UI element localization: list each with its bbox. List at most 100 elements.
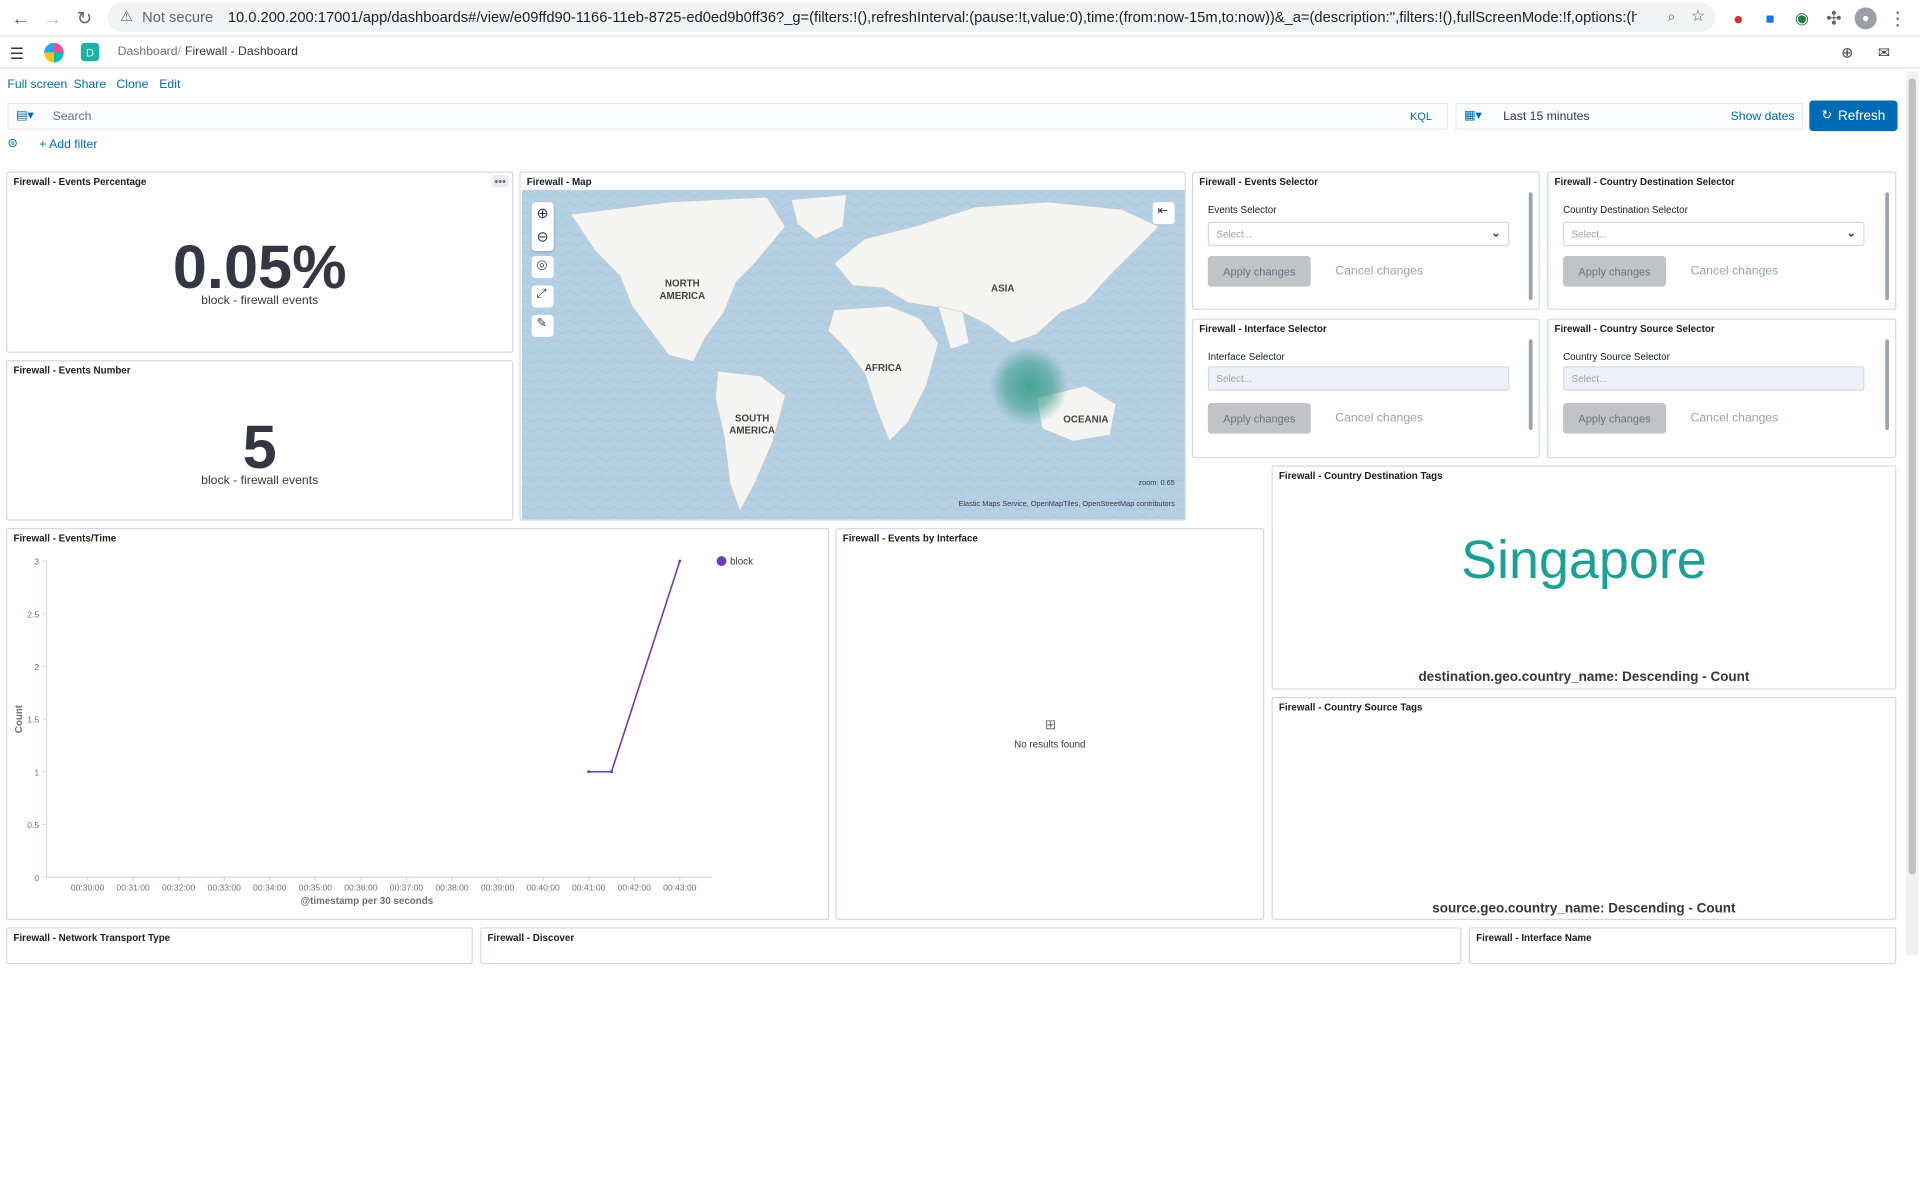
page-scrollbar-track[interactable] (1906, 71, 1919, 956)
x-axis-label: @timestamp per 30 seconds (301, 896, 434, 907)
time-picker[interactable]: ▦▾ Last 15 minutes Show dates (1455, 102, 1804, 130)
bookmark-star-icon[interactable]: ☆ (1691, 6, 1705, 26)
continent-label: NORTH AMERICA (659, 278, 706, 302)
metric-label: block - firewall events (201, 474, 319, 488)
tools-icon[interactable]: ✎ (531, 314, 554, 337)
address-bar[interactable]: ⚠ Not secure 10.0.200.200:17001/app/dash… (107, 2, 1715, 32)
country-source-select[interactable]: Select... (1563, 366, 1865, 391)
scrollbar[interactable] (1885, 192, 1889, 301)
continent-label: OCEANIA (1063, 414, 1109, 426)
scrollbar[interactable] (1885, 339, 1889, 430)
events-select[interactable]: Select... ⌄ (1207, 221, 1510, 247)
query-bar[interactable]: ▤▾ Search KQL (7, 102, 1448, 130)
saved-query-icon[interactable]: ▤▾ (16, 109, 34, 122)
help-icon[interactable]: ⊕ (1841, 44, 1853, 61)
elastic-logo-icon[interactable] (44, 42, 64, 63)
x-tick-label: 00:32:00 (162, 883, 196, 893)
cancel-changes-button[interactable]: Cancel changes (1335, 412, 1423, 425)
url-text[interactable]: 10.0.200.200:17001/app/dashboards#/view/… (228, 9, 1637, 26)
panel-title: Firewall - Map (526, 176, 592, 188)
y-tick-label: 2.5 (27, 609, 39, 619)
country-destination-select[interactable]: Select... ⌄ (1563, 221, 1865, 247)
layer-control-icon[interactable]: ⇤ (1152, 202, 1175, 225)
cancel-changes-button[interactable]: Cancel changes (1335, 265, 1423, 278)
y-axis-label: Count (14, 704, 25, 733)
x-tick-label: 00:39:00 (481, 883, 515, 893)
map-zoom: zoom: 0.65 (1138, 480, 1175, 488)
add-filter-button[interactable]: + Add filter (39, 138, 97, 151)
panel-country-source-tags: Firewall - Country Source Tags source.ge… (1271, 697, 1897, 920)
panel-events-selector: Firewall - Events Selector Events Select… (1191, 171, 1540, 310)
tag-cloud-footer: destination.geo.country_name: Descending… (1418, 670, 1750, 685)
reload-icon[interactable]: ↻ (74, 7, 96, 30)
extensions-puzzle-icon[interactable]: ✣ (1823, 7, 1845, 30)
panel-events-number: Firewall - Events Number 5 block - firew… (6, 360, 514, 521)
kql-toggle[interactable]: KQL (1410, 110, 1432, 122)
show-dates-link[interactable]: Show dates (1731, 110, 1795, 123)
cancel-changes-button[interactable]: Cancel changes (1691, 412, 1779, 425)
metric-label: block - firewall events (201, 294, 319, 308)
newsfeed-icon[interactable]: ✉ (1878, 44, 1890, 61)
apply-changes-button[interactable]: Apply changes (1207, 256, 1311, 287)
zoom-controls: ⊕ ⊖ (531, 202, 554, 252)
share-link[interactable]: Share (74, 78, 107, 91)
extension-globe-icon[interactable]: ◉ (1791, 7, 1813, 29)
x-tick-label: 00:42:00 (618, 883, 652, 893)
browser-menu-icon[interactable]: ⋮ (1887, 7, 1909, 30)
metric-value: 0.05% (172, 232, 347, 302)
forward-icon[interactable]: → (42, 7, 64, 29)
x-tick-label: 00:38:00 (435, 883, 469, 893)
y-tick-label: 0.5 (27, 820, 39, 830)
edit-link[interactable]: Edit (159, 78, 180, 91)
panel-title: Firewall - Interface Selector (1199, 323, 1327, 335)
scrollbar[interactable] (1528, 339, 1533, 430)
clone-link[interactable]: Clone (116, 78, 148, 91)
profile-avatar-icon[interactable]: ● (1854, 7, 1877, 30)
hamburger-menu-icon[interactable]: ☰ (10, 44, 24, 64)
panel-title: Firewall - Events Selector (1199, 176, 1319, 188)
time-range-text[interactable]: Last 15 minutes (1503, 110, 1589, 123)
search-input[interactable]: Search (53, 110, 92, 123)
x-tick-label: 00:30:00 (71, 883, 105, 893)
tag-cloud-word[interactable]: Singapore (1273, 530, 1895, 591)
extension-blue-icon[interactable]: ■ (1759, 7, 1781, 29)
y-tick-label: 3 (34, 557, 39, 567)
panel-events-by-interface: Firewall - Events by Interface ⊞ No resu… (835, 527, 1265, 920)
cancel-changes-button[interactable]: Cancel changes (1691, 265, 1779, 278)
heatmap-point[interactable] (989, 346, 1069, 426)
selector-label: Events Selector (1207, 204, 1277, 216)
panel-interface-selector: Firewall - Interface Selector Interface … (1191, 318, 1540, 459)
fit-bounds-icon[interactable]: ⤢ (531, 285, 554, 308)
panel-interface-name: Firewall - Interface Name (1468, 927, 1897, 965)
x-tick-label: 00:35:00 (299, 883, 333, 893)
back-icon[interactable]: ← (10, 7, 32, 29)
panel-discover: Firewall - Discover (480, 927, 1462, 965)
data-point (610, 770, 613, 774)
full-screen-link[interactable]: Full screen (7, 78, 67, 91)
continent-label: AFRICA (864, 362, 902, 374)
page-scrollbar-thumb[interactable] (1908, 78, 1916, 875)
zoom-in-icon[interactable]: ⊕ (537, 205, 549, 222)
data-point (678, 559, 682, 563)
refresh-button[interactable]: ↻ Refresh (1809, 100, 1898, 132)
zoom-search-icon[interactable]: ⌕ (1668, 7, 1676, 25)
interface-select[interactable]: Select... (1207, 366, 1510, 391)
breadcrumb-dashboard[interactable]: Dashboard (118, 45, 178, 58)
map-canvas[interactable]: NORTH AMERICA ASIA AFRICA SOUTH AMERICA … (521, 189, 1185, 520)
space-avatar[interactable]: D (80, 42, 100, 62)
filter-options-icon[interactable]: ⊜ (7, 137, 17, 150)
apply-changes-button[interactable]: Apply changes (1207, 403, 1311, 434)
empty-chart-icon: ⊞ (1044, 717, 1057, 733)
zoom-out-icon[interactable]: ⊖ (537, 228, 549, 245)
apply-changes-button[interactable]: Apply changes (1563, 403, 1666, 434)
panel-events-time: Firewall - Events/Time 0 0.5 1 1.5 2 2.5 3 00:3… (6, 527, 830, 920)
set-view-icon[interactable]: ◎ (531, 256, 554, 279)
scrollbar[interactable] (1528, 192, 1533, 301)
x-tick-label: 00:36:00 (344, 883, 378, 893)
extension-opera-icon[interactable]: ● (1727, 7, 1749, 29)
apply-changes-button[interactable]: Apply changes (1563, 256, 1666, 287)
calendar-icon[interactable]: ▦▾ (1464, 109, 1482, 122)
panel-title: Firewall - Interface Name (1476, 932, 1592, 944)
panel-options-icon[interactable]: ••• (491, 175, 509, 188)
panel-title: Firewall - Events/Time (13, 532, 117, 544)
